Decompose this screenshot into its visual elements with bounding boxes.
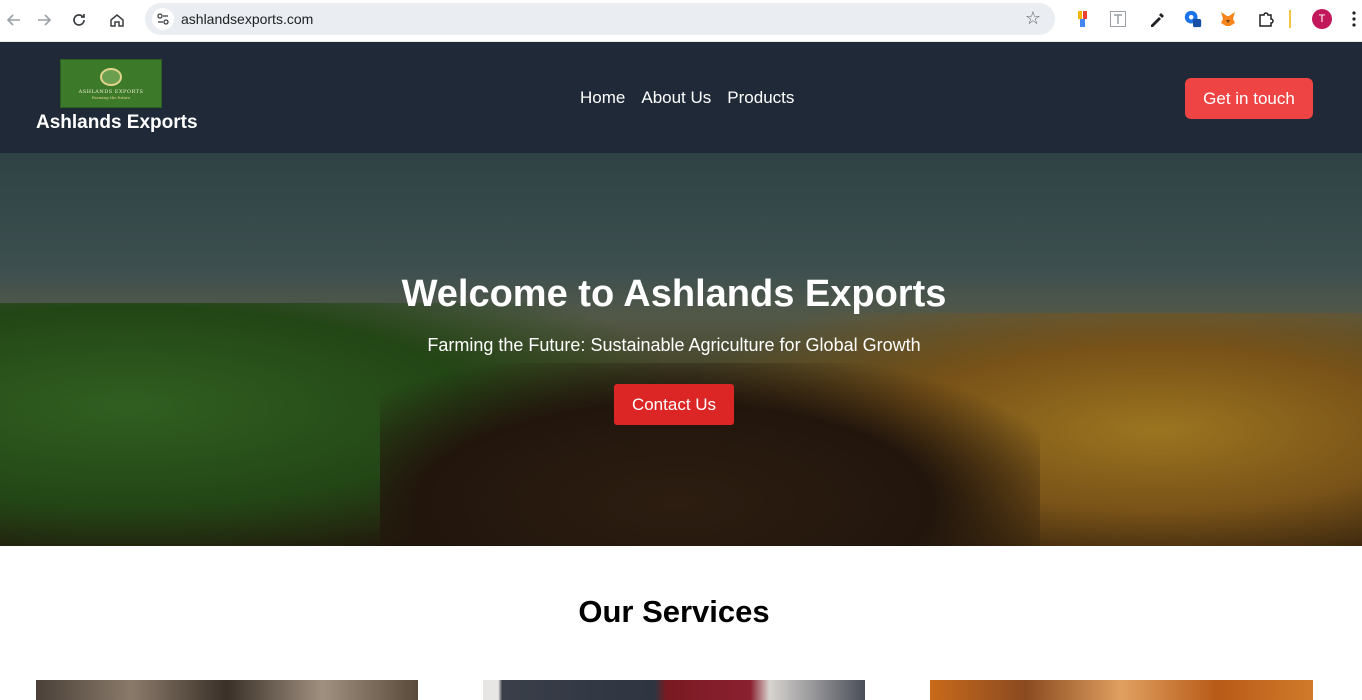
bookmark-star-icon[interactable]: ☆ — [1025, 8, 1041, 29]
chat-extension-icon[interactable] — [1183, 9, 1203, 29]
nav-link-products[interactable]: Products — [727, 88, 794, 108]
address-bar[interactable]: ashlandsexports.com ☆ — [145, 3, 1055, 35]
text-extension-icon[interactable] — [1108, 9, 1128, 29]
logo-image[interactable]: ASHLANDS EXPORTS Farming the future — [60, 59, 162, 108]
eyedropper-icon[interactable] — [1147, 9, 1167, 29]
logo-emblem — [100, 67, 122, 86]
back-arrow-icon[interactable] — [2, 8, 26, 32]
url-text: ashlandsexports.com — [181, 11, 314, 27]
get-in-touch-button[interactable]: Get in touch — [1185, 78, 1313, 119]
metamask-fox-icon[interactable] — [1218, 9, 1238, 29]
logo-tagline: Farming the future — [91, 94, 131, 100]
reload-icon[interactable] — [67, 8, 91, 32]
home-icon[interactable] — [105, 8, 129, 32]
service-card-image-1[interactable] — [36, 680, 418, 700]
browser-menu-icon[interactable] — [1348, 9, 1360, 29]
services-heading: Our Services — [578, 594, 770, 629]
profile-initial: T — [1312, 9, 1332, 29]
service-card-image-2[interactable] — [483, 680, 865, 700]
forward-arrow-icon[interactable] — [32, 8, 56, 32]
puzzle-extensions-icon[interactable] — [1256, 9, 1276, 29]
toolbar-divider — [1288, 9, 1292, 29]
hero-title: Welcome to Ashlands Exports — [401, 273, 947, 315]
nav-link-about-us[interactable]: About Us — [641, 88, 711, 108]
profile-avatar[interactable]: T — [1312, 9, 1332, 29]
site-header: ASHLANDS EXPORTS Farming the future Ashl… — [0, 42, 1362, 153]
nav-link-home[interactable]: Home — [580, 88, 625, 108]
colorful-extension-icon[interactable] — [1073, 9, 1093, 29]
main-nav: Home About Us Products — [580, 88, 794, 108]
hero-subtitle: Farming the Future: Sustainable Agricult… — [427, 335, 921, 355]
contact-us-button[interactable]: Contact Us — [614, 384, 734, 425]
hero-section: Welcome to Ashlands Exports Farming the … — [0, 153, 1362, 546]
site-settings-icon[interactable] — [152, 8, 174, 30]
service-card-image-3[interactable] — [930, 680, 1313, 700]
browser-toolbar: ashlandsexports.com ☆ T — [0, 0, 1362, 42]
brand-name[interactable]: Ashlands Exports — [36, 112, 198, 134]
